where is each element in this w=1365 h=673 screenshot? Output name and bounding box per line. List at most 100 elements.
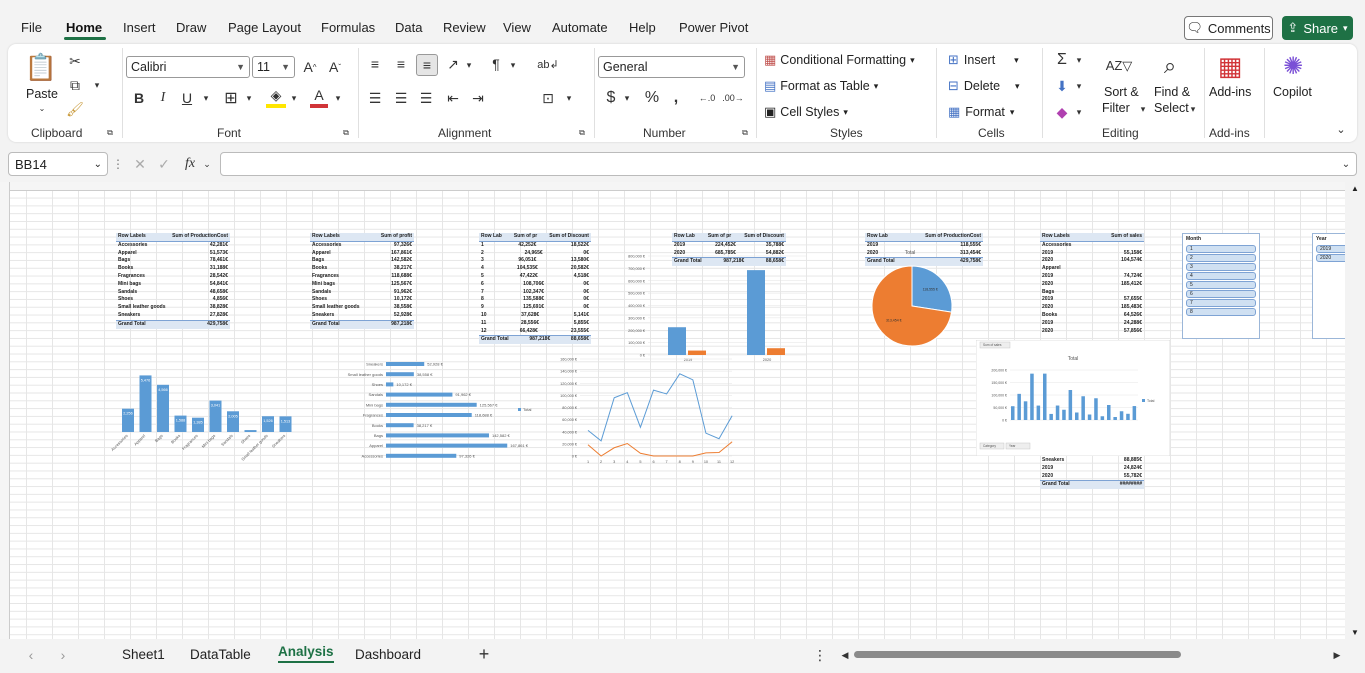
chevron-down-icon[interactable]: ▾ <box>92 78 102 92</box>
bar[interactable] <box>386 382 394 387</box>
bar[interactable] <box>1049 413 1053 420</box>
tab-file[interactable]: File <box>21 20 42 35</box>
chevron-down-icon[interactable]: ▼ <box>1351 628 1359 637</box>
pivot-row[interactable]: Accessories 42,281€ <box>116 242 230 250</box>
text-direction-icon[interactable]: ¶ <box>486 54 506 74</box>
chevron-down-icon[interactable]: ▾ <box>1138 102 1148 116</box>
sort-filter-label-2[interactable]: Filter <box>1102 101 1130 115</box>
bar[interactable] <box>1030 373 1034 420</box>
add-ins-button[interactable]: Add-ins <box>1209 85 1251 99</box>
pivot-row[interactable]: Accessories 97,326€ <box>310 242 414 250</box>
pivot-row[interactable]: 2019 74,724€ <box>1040 273 1144 281</box>
pivot-row[interactable]: Mini bags 54,841€ <box>116 281 230 289</box>
increase-font-icon[interactable]: A ^ <box>301 57 319 77</box>
cell-styles-button[interactable]: ▣ Cell Styles ▾ <box>764 103 848 121</box>
pivot-row[interactable]: Bags <box>1040 289 1144 297</box>
expand-formula-icon[interactable]: ⌄ <box>1340 158 1352 170</box>
bar[interactable] <box>1132 406 1137 420</box>
pivot-row[interactable]: 2019 24,288€ <box>1040 320 1144 328</box>
align-center-icon[interactable]: ☰ <box>391 88 411 108</box>
pivot-row[interactable]: 11 28,556€ 5,855€ <box>479 320 591 328</box>
bar[interactable] <box>386 433 489 438</box>
dialog-launcher-icon[interactable]: ⧉ <box>740 128 750 138</box>
font-name-dropdown[interactable]: Calibri ▼ <box>126 56 250 78</box>
bar[interactable] <box>1036 405 1041 420</box>
pivot-row[interactable]: Apparel 51,573€ <box>116 250 230 258</box>
dialog-launcher-icon[interactable]: ⧉ <box>105 128 115 138</box>
tab-insert[interactable]: Insert <box>123 20 156 35</box>
sheet-tab-datatable[interactable]: DataTable <box>190 647 251 662</box>
tab-draw[interactable]: Draw <box>176 20 206 35</box>
decrease-indent-icon[interactable]: ⇤ <box>443 88 463 108</box>
number-format-dropdown[interactable]: General ▼ <box>598 56 745 78</box>
autosum-icon[interactable]: Σ <box>1052 50 1072 70</box>
bar[interactable] <box>1062 409 1066 420</box>
currency-icon[interactable]: $ <box>602 88 620 108</box>
pivot-row[interactable]: Books 64,526€ <box>1040 312 1144 320</box>
bar[interactable] <box>1023 401 1028 420</box>
chart-cost-pie[interactable]: Total 118,555 € 313,454 € <box>864 242 960 352</box>
chevron-down-icon[interactable]: ▾ <box>244 90 254 106</box>
slicer-item[interactable]: 8 <box>1186 308 1256 316</box>
pivot-table-monthly[interactable]: Row Lab Sum of pr Sum of Discount 1 42,252€ 1… <box>479 233 591 345</box>
pivot-total-row[interactable]: Grand Total 987,218€ <box>310 319 414 329</box>
chevron-down-icon[interactable]: ▾ <box>464 57 474 73</box>
pivot-row[interactable]: 6 108,706€ 0€ <box>479 281 591 289</box>
delete-cells-button[interactable]: ⊟ Delete ▾ <box>948 77 1020 95</box>
orientation-icon[interactable]: ↗ <box>443 54 463 74</box>
chevron-down-icon[interactable]: ⌄ <box>202 158 212 170</box>
pivot-row[interactable]: Books 31,188€ <box>116 265 230 273</box>
name-box[interactable]: BB14 ⌄ <box>8 152 108 176</box>
tab-formulas[interactable]: Formulas <box>321 20 375 35</box>
bar[interactable] <box>1011 406 1015 420</box>
pivot-row[interactable]: 2 24,965€ 0€ <box>479 250 591 258</box>
bar[interactable] <box>747 270 765 355</box>
pivot-header-row[interactable]: Row Lab Sum of pr Sum of Discount <box>479 233 591 242</box>
copy-icon[interactable]: ⧉ <box>66 76 84 94</box>
slicer-item[interactable]: 2020 <box>1316 254 1345 262</box>
chevron-down-icon[interactable]: ▾ <box>1188 102 1198 116</box>
percent-icon[interactable]: % <box>642 88 662 108</box>
align-right-icon[interactable]: ☰ <box>416 88 436 108</box>
pivot-header-row[interactable]: Row Labels Sum of sales <box>1040 233 1144 242</box>
bar[interactable] <box>688 350 706 355</box>
pivot-row[interactable]: Mini bags 125,567€ <box>310 281 414 289</box>
pivot-row[interactable]: Fragrances 28,542€ <box>116 273 230 281</box>
increase-decimal-icon[interactable]: ←.0 <box>696 88 718 108</box>
pivot-row[interactable]: Shoes 4,856€ <box>116 296 230 304</box>
chevron-left-icon[interactable]: ‹ <box>24 647 38 663</box>
clear-icon[interactable]: ◆ <box>1052 102 1072 122</box>
bar[interactable] <box>386 402 477 407</box>
bar[interactable] <box>1017 393 1021 420</box>
bar[interactable] <box>386 392 453 397</box>
vertical-scrollbar[interactable]: ▲ ▼ <box>1346 182 1365 639</box>
pivot-row[interactable]: Sneakers 27,828€ <box>116 312 230 320</box>
align-bottom-icon[interactable]: ≡ <box>416 54 438 76</box>
bar[interactable] <box>157 384 169 432</box>
pivot-row[interactable]: Apparel <box>1040 265 1144 273</box>
collapse-ribbon-icon[interactable]: ⌄ <box>1334 122 1348 136</box>
format-cells-button[interactable]: ▦ Format ▾ <box>948 103 1014 121</box>
pivot-row[interactable]: Sandals 91,962€ <box>310 289 414 297</box>
sheet-tab-dashboard[interactable]: Dashboard <box>355 647 421 662</box>
find-select-label-1[interactable]: Find & <box>1154 85 1190 99</box>
pivot-total-row[interactable]: Grand Total 429,758€ <box>116 319 230 329</box>
pivot-row[interactable]: 2020 55,782€ <box>1040 473 1144 481</box>
slicer-item[interactable]: 4 <box>1186 272 1256 280</box>
italic-icon[interactable]: I <box>154 88 172 108</box>
font-size-dropdown[interactable]: 11 ▼ <box>252 56 295 78</box>
pivot-row[interactable]: Sandals 48,658€ <box>116 289 230 297</box>
pivot-row[interactable]: 2019 57,655€ <box>1040 296 1144 304</box>
chevron-right-icon[interactable]: ▶ <box>1332 648 1342 662</box>
pivot-row[interactable]: 2019 224,452€ 35,788€ <box>672 242 786 250</box>
more-options-icon[interactable]: ⋮ <box>112 156 124 172</box>
add-sheet-icon[interactable]: + <box>476 644 492 664</box>
increase-indent-icon[interactable]: ⇥ <box>468 88 488 108</box>
insert-function-icon[interactable]: fx <box>180 156 200 172</box>
slicer-item[interactable]: 2 <box>1186 254 1256 262</box>
bar[interactable] <box>139 375 152 432</box>
pivot-row[interactable]: Shoes 10,172€ <box>310 296 414 304</box>
chart-profit-horizontal[interactable]: Sneakers 52,928 € Small leather goods 38,55… <box>330 358 542 464</box>
pivot-row[interactable]: Small leather goods 38,828€ <box>116 304 230 312</box>
bar[interactable] <box>386 362 425 366</box>
